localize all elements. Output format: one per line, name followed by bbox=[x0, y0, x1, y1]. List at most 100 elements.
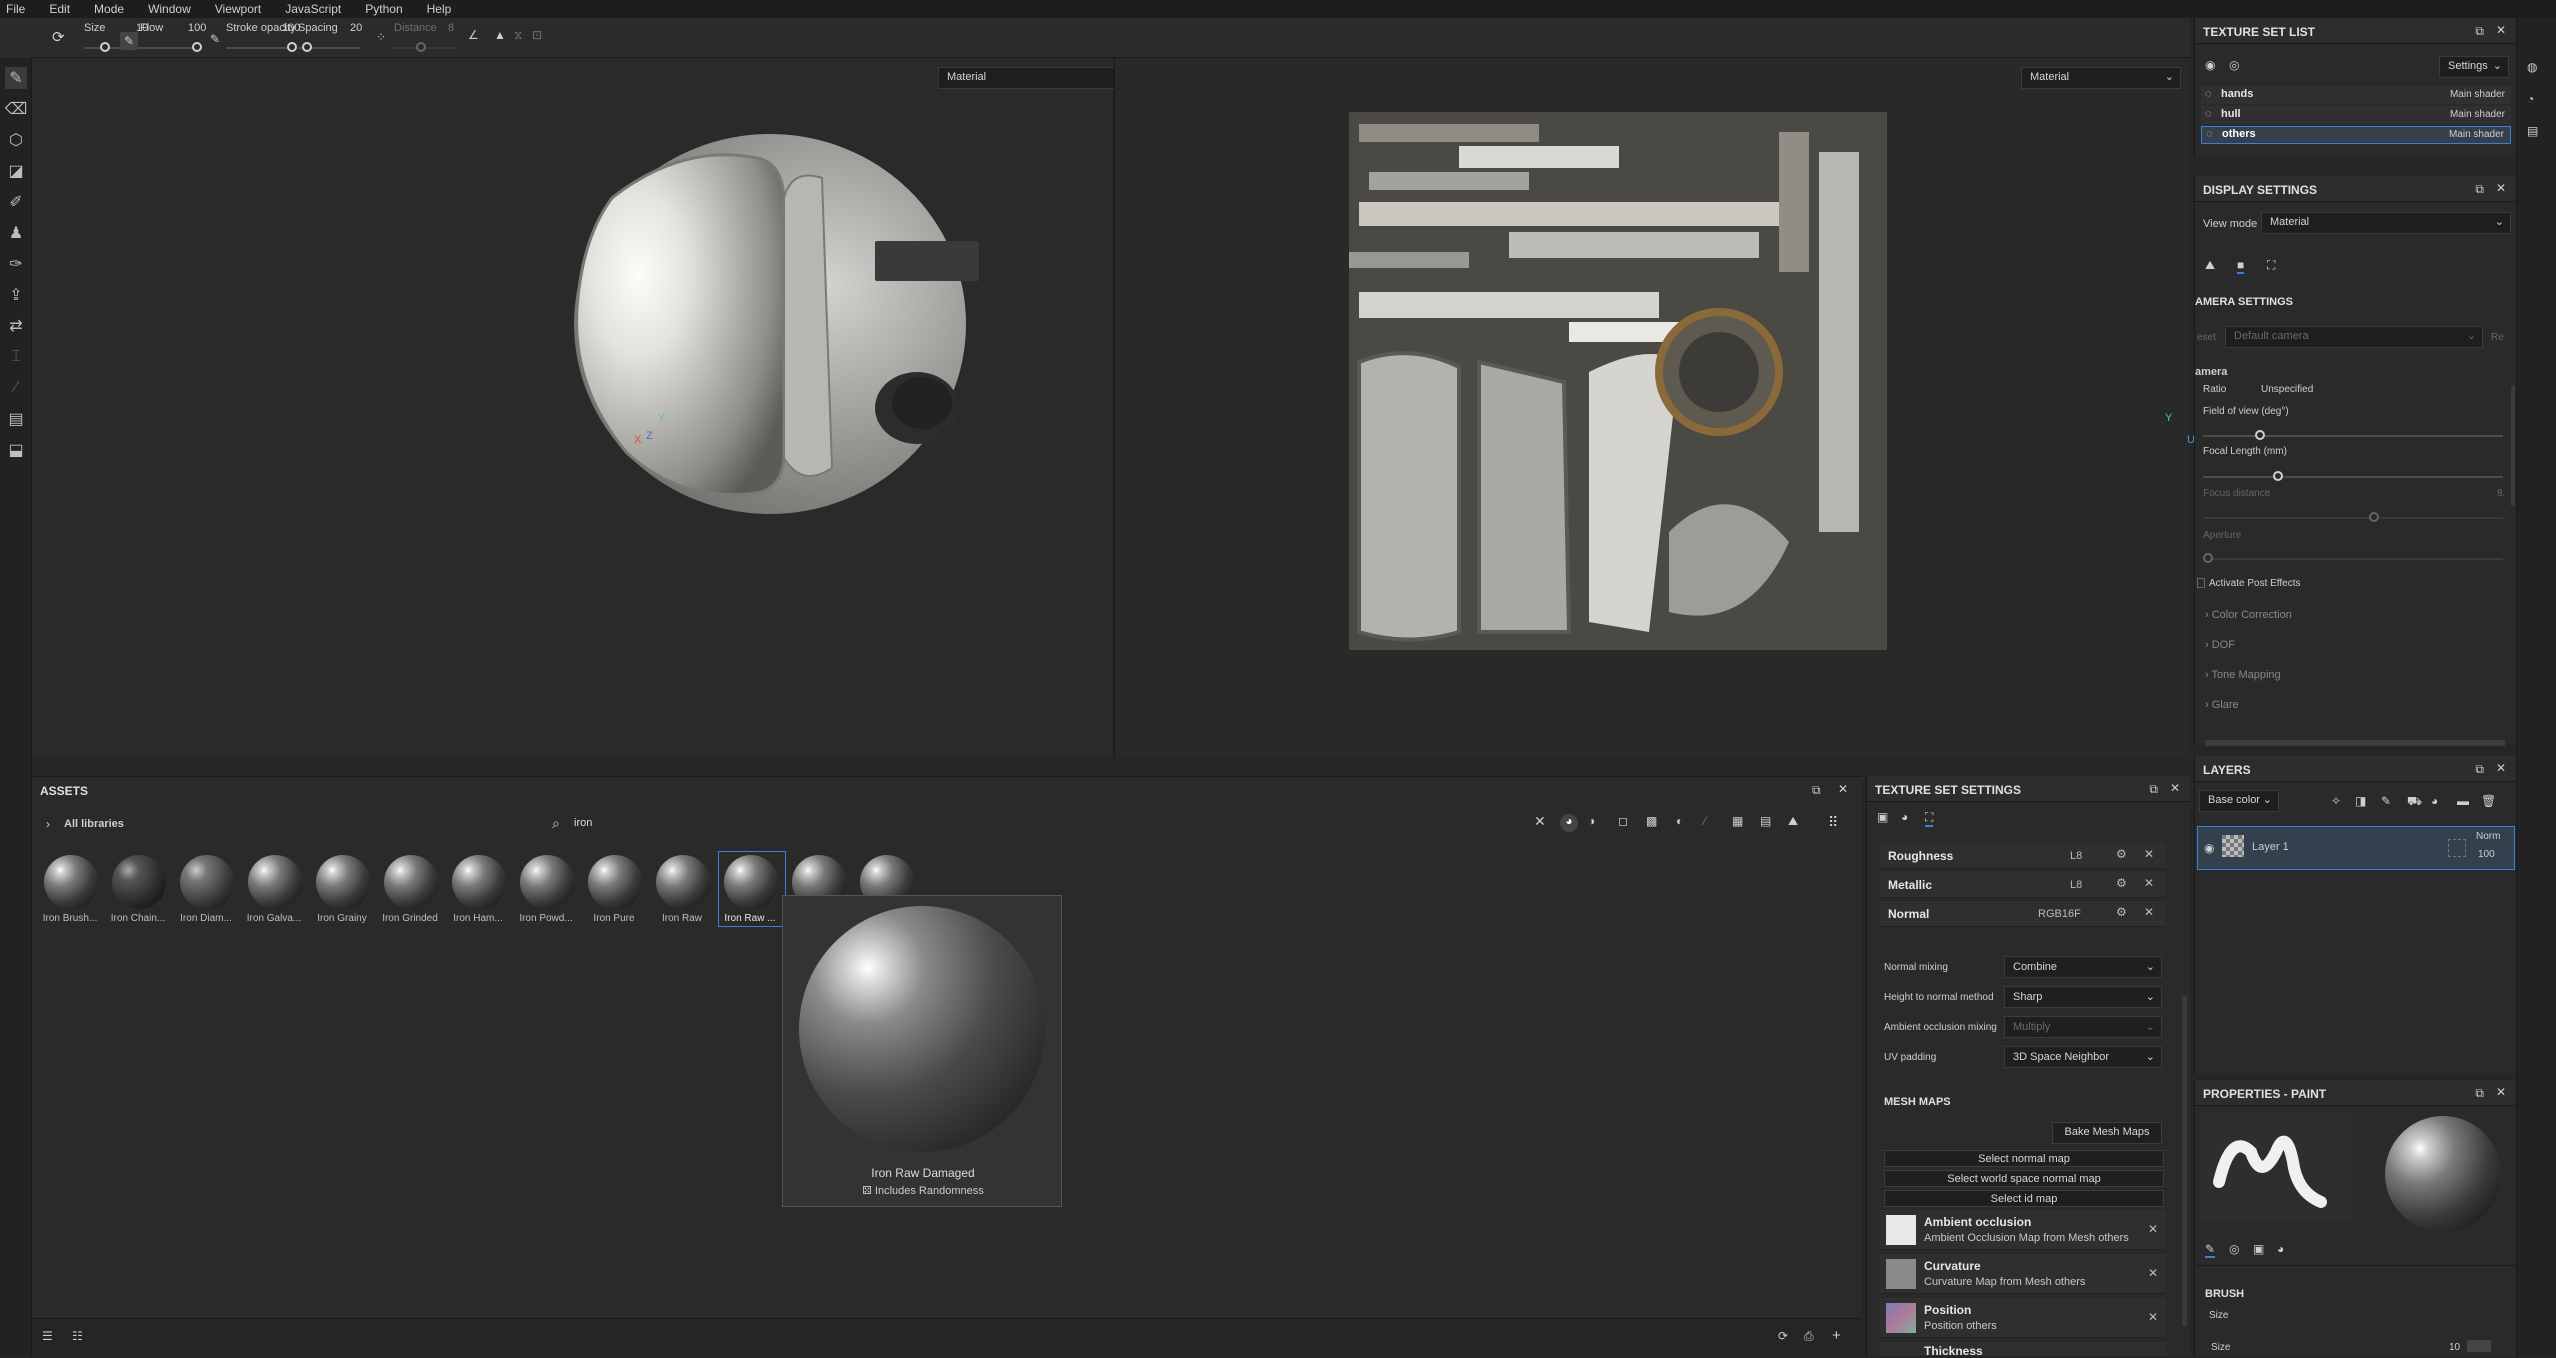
add-effect-icon[interactable]: ✧ bbox=[2331, 794, 2341, 808]
uv-padding-select[interactable]: 3D Space Neighbor ⌄ bbox=[2004, 1046, 2162, 1068]
gear-icon[interactable]: ⚙ bbox=[2116, 847, 2127, 861]
log-icon[interactable]: ▤ bbox=[2527, 124, 2538, 138]
bake-icon[interactable]: ⇪ bbox=[5, 284, 27, 306]
menu-mode[interactable]: Mode bbox=[94, 2, 124, 16]
brush-size-value[interactable]: 10 bbox=[2449, 1342, 2460, 1353]
mesh-map-item[interactable]: Ambient occlusion Ambient Occlusion Map … bbox=[1880, 1210, 2166, 1250]
filter-filter-icon[interactable]: ◐ bbox=[1676, 814, 1683, 828]
symmetry-settings-icon[interactable]: ⧖ bbox=[514, 28, 522, 43]
history-icon[interactable]: ◔ bbox=[2527, 92, 2534, 106]
library-selector[interactable]: All libraries bbox=[64, 818, 124, 830]
gear-icon[interactable]: ⚙ bbox=[2116, 876, 2127, 890]
filter-material-icon[interactable]: ◕ bbox=[1560, 814, 1578, 832]
layer-blend-mode[interactable]: Norm bbox=[2476, 831, 2500, 842]
refresh-icon[interactable]: ⟳ bbox=[1778, 1329, 1788, 1343]
color-picker-icon[interactable]: ✑ bbox=[5, 253, 27, 275]
menu-file[interactable]: File bbox=[6, 2, 25, 16]
layer-channel-select[interactable]: Base color ⌄ bbox=[2199, 790, 2279, 812]
list-view-icon[interactable]: ☰ bbox=[42, 1329, 53, 1343]
lazy-mouse-icon[interactable]: ⁘ bbox=[376, 30, 386, 44]
channel-format[interactable]: L8 bbox=[2070, 850, 2082, 862]
close-icon[interactable]: ✕ bbox=[2496, 1085, 2506, 1099]
symmetry-icon[interactable]: ▲ bbox=[494, 28, 506, 42]
brush-size-pressure[interactable] bbox=[2467, 1340, 2491, 1352]
remove-channel-icon[interactable]: ✕ bbox=[2144, 905, 2154, 919]
visibility-icon[interactable]: ◉ bbox=[2205, 58, 2215, 72]
eye-icon[interactable]: ◌ bbox=[2205, 88, 2212, 100]
eraser-icon[interactable]: ⌫ bbox=[5, 98, 28, 120]
remove-map-icon[interactable]: ✕ bbox=[2148, 1222, 2158, 1236]
menu-edit[interactable]: Edit bbox=[49, 2, 70, 16]
float-icon[interactable]: ⧉ bbox=[2475, 762, 2484, 777]
asset-thumbnail[interactable] bbox=[248, 855, 302, 909]
channels-tab-icon[interactable]: ▣ bbox=[1877, 810, 1888, 824]
delete-layer-icon[interactable]: 🗑 bbox=[2481, 794, 2496, 808]
float-icon[interactable]: ⧉ bbox=[2475, 182, 2484, 197]
asset-thumbnail[interactable] bbox=[384, 855, 438, 909]
asset-search-input[interactable] bbox=[574, 813, 1554, 833]
close-icon[interactable]: ✕ bbox=[1838, 782, 1848, 796]
close-icon[interactable]: ✕ bbox=[2496, 23, 2506, 37]
texture-set-row[interactable]: ◌ hull Main shader bbox=[2201, 106, 2511, 124]
float-icon[interactable]: ⧉ bbox=[2475, 1086, 2484, 1101]
close-icon[interactable]: ✕ bbox=[2496, 181, 2506, 195]
polygon-fill-icon[interactable]: ◪ bbox=[5, 160, 27, 182]
size-slider[interactable] bbox=[100, 42, 110, 52]
height-normal-select[interactable]: Sharp ⌄ bbox=[2004, 986, 2162, 1008]
asset-thumbnail[interactable] bbox=[44, 855, 98, 909]
alpha-tab-icon[interactable]: ◎ bbox=[2229, 1242, 2239, 1256]
texture-set-shader[interactable]: Main shader bbox=[2450, 109, 2505, 120]
select-id-map-button[interactable]: Select id map bbox=[1884, 1190, 2164, 1207]
mesh-tab-icon[interactable]: ◕ bbox=[1901, 810, 1908, 824]
mesh-map-item[interactable]: Thickness bbox=[1880, 1342, 2166, 1358]
menu-javascript[interactable]: JavaScript bbox=[285, 2, 341, 16]
smudge-icon[interactable]: ✐ bbox=[5, 191, 27, 213]
add-mask-icon[interactable]: ◨ bbox=[2355, 794, 2366, 808]
detail-view-icon[interactable]: ☷ bbox=[72, 1329, 83, 1343]
viewer-tab-icon[interactable]: ⛶ bbox=[2267, 258, 2275, 273]
chevron-right-icon[interactable]: › bbox=[46, 817, 50, 831]
mesh-map-item[interactable]: Curvature Curvature Map from Mesh others… bbox=[1880, 1254, 2166, 1294]
layer-name[interactable]: Layer 1 bbox=[2252, 841, 2289, 853]
filter-brush-icon[interactable]: ⁄ bbox=[1704, 814, 1706, 828]
bake-mesh-maps-button[interactable]: Bake Mesh Maps bbox=[2052, 1122, 2162, 1144]
stroke-opacity-slider[interactable] bbox=[287, 42, 297, 52]
menu-viewport[interactable]: Viewport bbox=[215, 2, 261, 16]
focal-length-slider[interactable] bbox=[2273, 471, 2283, 481]
filter-smart-material-icon[interactable]: ◑ bbox=[1588, 814, 1595, 828]
add-folder-icon[interactable]: ▬ bbox=[2457, 794, 2469, 808]
measure-icon[interactable]: ⌶ bbox=[5, 346, 27, 368]
add-paint-layer-icon[interactable]: ✎ bbox=[2381, 794, 2391, 808]
section-dof[interactable]: › DOF bbox=[2205, 639, 2235, 651]
brush-tab-icon[interactable]: ✎ bbox=[2205, 1242, 2216, 1258]
scrollbar[interactable] bbox=[2511, 386, 2515, 506]
channel-row[interactable]: Normal RGB16F ⚙ ✕ bbox=[1880, 901, 2166, 927]
menu-window[interactable]: Window bbox=[148, 2, 191, 16]
flow-value[interactable]: 100 bbox=[188, 22, 206, 34]
import-icon[interactable]: ⎙ bbox=[1804, 1329, 1814, 1344]
select-normal-map-button[interactable]: Select normal map bbox=[1884, 1150, 2164, 1167]
scrollbar[interactable] bbox=[2182, 996, 2187, 1326]
texture-set-settings-select[interactable]: Settings ⌄ bbox=[2439, 56, 2509, 78]
remove-map-icon[interactable]: ✕ bbox=[2148, 1266, 2158, 1280]
menu-python[interactable]: Python bbox=[365, 2, 402, 16]
float-icon[interactable]: ⧉ bbox=[2149, 782, 2158, 797]
viewport-2d-mode-select[interactable]: Material ⌄ bbox=[2021, 67, 2181, 89]
filter-environment-icon[interactable]: ⛰ bbox=[1788, 814, 1798, 829]
filter-procedural-icon[interactable]: ▦ bbox=[1732, 814, 1743, 828]
texture-set-shader[interactable]: Main shader bbox=[2450, 89, 2505, 100]
close-icon[interactable]: ✕ bbox=[2170, 781, 2180, 795]
close-icon[interactable]: ✕ bbox=[2496, 761, 2506, 775]
asset-thumbnail[interactable] bbox=[588, 855, 642, 909]
section-color-correction[interactable]: › Color Correction bbox=[2205, 609, 2292, 621]
asset-thumbnail[interactable] bbox=[180, 855, 234, 909]
paint-brush-icon[interactable]: ✎ bbox=[5, 67, 27, 89]
transform-icon[interactable]: ⇄ bbox=[5, 315, 27, 337]
texture-set-row-selected[interactable]: ◌ others Main shader bbox=[2201, 126, 2511, 144]
section-glare[interactable]: › Glare bbox=[2205, 699, 2239, 711]
texture-set-shader[interactable]: Main shader bbox=[2449, 129, 2504, 140]
layer-mask-slot[interactable] bbox=[2448, 839, 2466, 857]
add-icon[interactable]: + bbox=[1832, 1327, 1841, 1344]
stencil-tab-icon[interactable]: ▣ bbox=[2253, 1242, 2264, 1256]
flow-slider[interactable] bbox=[192, 42, 202, 52]
